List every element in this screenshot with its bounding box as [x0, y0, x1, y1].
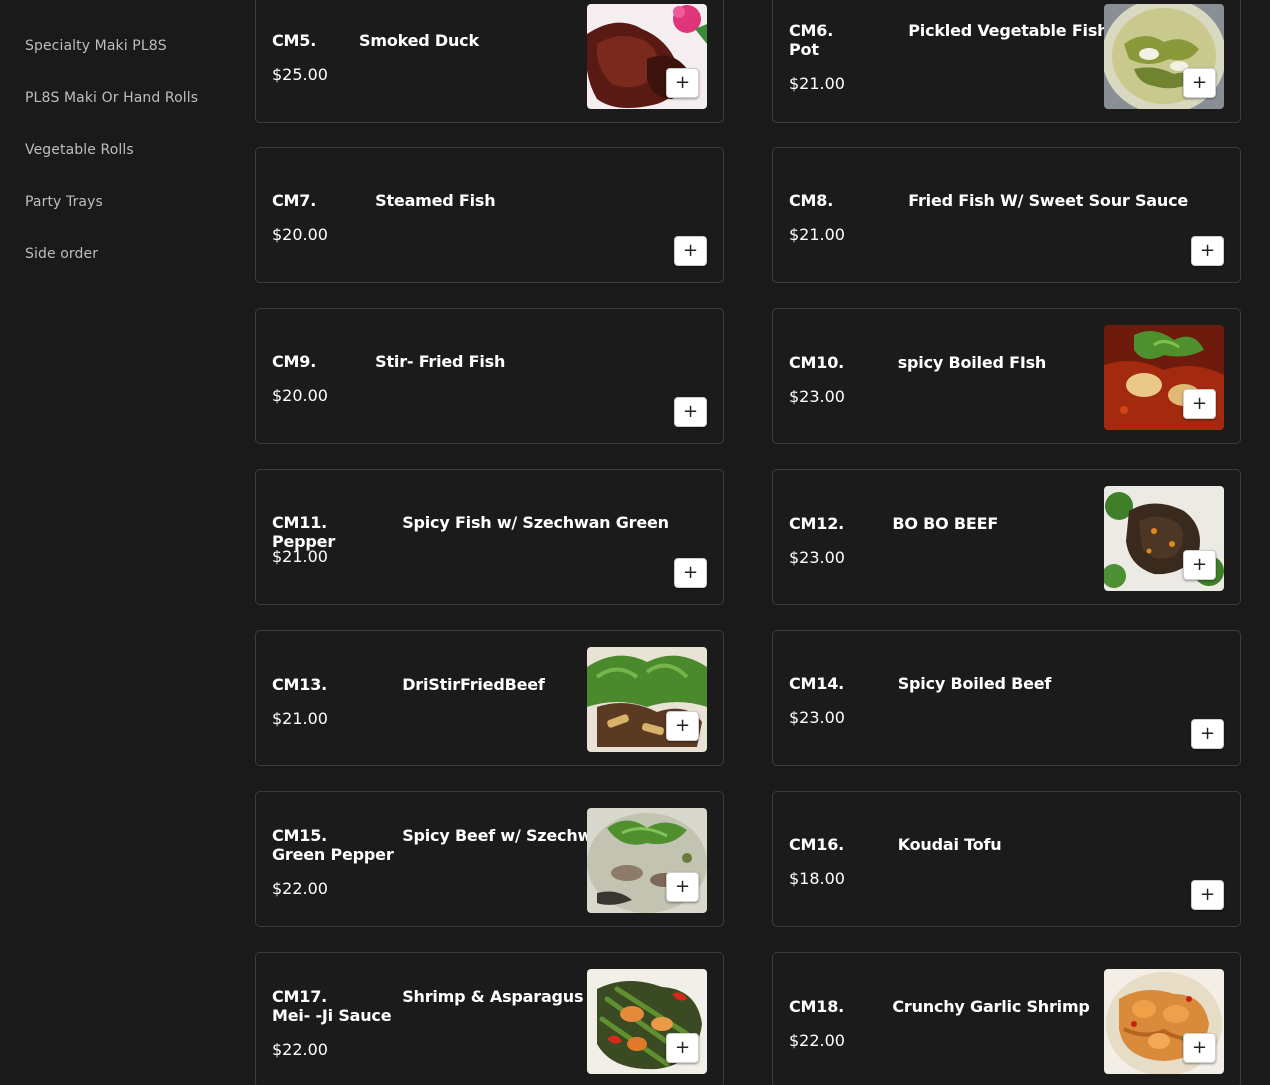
- add-to-cart-button[interactable]: +: [1191, 880, 1224, 910]
- category-sidebar: Specialty Maki PL8S PL8S Maki Or Hand Ro…: [0, 0, 240, 1085]
- add-to-cart-button[interactable]: +: [1183, 550, 1216, 580]
- menu-item-title: CM17. Shrimp & Asparagus in Mei- -Ji Sau…: [272, 987, 605, 1025]
- add-to-cart-button[interactable]: +: [1183, 68, 1216, 98]
- menu-item-title: CM13. DriStirFriedBeef: [272, 675, 545, 694]
- menu-item-title: CM12. BO BO BEEF: [789, 514, 999, 533]
- menu-item-title: CM8. Fried Fish W/ Sweet Sour Sauce: [789, 191, 1189, 210]
- menu-item-title: CM16. Koudai Tofu: [789, 835, 1002, 854]
- menu-item-price: $23.00: [789, 387, 845, 406]
- menu-item-price: $25.00: [272, 65, 328, 84]
- menu-item-title: CM9. Stir- Fried Fish: [272, 352, 506, 371]
- add-to-cart-button[interactable]: +: [666, 872, 699, 902]
- sidebar-item-maki-hand-rolls[interactable]: PL8S Maki Or Hand Rolls: [25, 90, 198, 106]
- menu-item-price: $18.00: [789, 869, 845, 888]
- menu-item-price: $22.00: [789, 1031, 845, 1050]
- menu-item-card[interactable]: CM9. Stir- Fried Fish $20.00 +: [255, 308, 724, 444]
- menu-item-title: CM6. Pickled Vegetable Fish Pot: [789, 21, 1109, 59]
- menu-item-title: CM7. Steamed Fish: [272, 191, 496, 210]
- add-to-cart-button[interactable]: +: [1183, 1033, 1216, 1063]
- add-to-cart-button[interactable]: +: [1183, 389, 1216, 419]
- menu-item-card[interactable]: CM5. Smoked Duck $25.00 +: [255, 0, 724, 123]
- menu-item-title: CM14. Spicy Boiled Beef: [789, 674, 1052, 693]
- menu-item-card[interactable]: CM12. BO BO BEEF $23.00 +: [772, 469, 1241, 605]
- sidebar-item-party-trays[interactable]: Party Trays: [25, 194, 103, 210]
- menu-item-card[interactable]: CM16. Koudai Tofu $18.00 +: [772, 791, 1241, 927]
- menu-item-card[interactable]: CM17. Shrimp & Asparagus in Mei- -Ji Sau…: [255, 952, 724, 1085]
- menu-item-card[interactable]: CM6. Pickled Vegetable Fish Pot $21.00 +: [772, 0, 1241, 123]
- add-to-cart-button[interactable]: +: [674, 236, 707, 266]
- menu-item-title: CM18. Crunchy Garlic Shrimp: [789, 997, 1090, 1016]
- add-to-cart-button[interactable]: +: [666, 1033, 699, 1063]
- menu-item-card[interactable]: CM14. Spicy Boiled Beef $23.00 +: [772, 630, 1241, 766]
- menu-item-price: $20.00: [272, 225, 328, 244]
- menu-item-card[interactable]: CM13. DriStirFriedBeef $21.00 +: [255, 630, 724, 766]
- menu-item-card[interactable]: CM10. spicy Boiled FIsh $23.00 +: [772, 308, 1241, 444]
- menu-item-card[interactable]: CM15. Spicy Beef w/ Szechwan Green Peppe…: [255, 791, 724, 927]
- sidebar-item-specialty-maki[interactable]: Specialty Maki PL8S: [25, 38, 167, 54]
- menu-item-price: $22.00: [272, 1040, 328, 1059]
- menu-item-card[interactable]: CM18. Crunchy Garlic Shrimp $22.00 +: [772, 952, 1241, 1085]
- menu-item-title: CM10. spicy Boiled FIsh: [789, 353, 1047, 372]
- menu-item-price: $21.00: [789, 74, 845, 93]
- menu-item-card[interactable]: CM11. Spicy Fish w/ Szechwan Green Peppe…: [255, 469, 724, 605]
- menu-item-price: $21.00: [789, 225, 845, 244]
- menu-item-price: $20.00: [272, 386, 328, 405]
- add-to-cart-button[interactable]: +: [674, 558, 707, 588]
- add-to-cart-button[interactable]: +: [1191, 719, 1224, 749]
- add-to-cart-button[interactable]: +: [1191, 236, 1224, 266]
- menu-item-price: $21.00: [272, 547, 328, 566]
- menu-item-price: $21.00: [272, 709, 328, 728]
- menu-item-price: $22.00: [272, 879, 328, 898]
- menu-item-price: $23.00: [789, 548, 845, 567]
- add-to-cart-button[interactable]: +: [666, 68, 699, 98]
- add-to-cart-button[interactable]: +: [666, 711, 699, 741]
- menu-item-title: CM5. Smoked Duck: [272, 31, 479, 50]
- menu-item-price: $23.00: [789, 708, 845, 727]
- menu-item-title: CM15. Spicy Beef w/ Szechwan Green Peppe…: [272, 826, 614, 864]
- menu-item-card[interactable]: CM8. Fried Fish W/ Sweet Sour Sauce $21.…: [772, 147, 1241, 283]
- add-to-cart-button[interactable]: +: [674, 397, 707, 427]
- menu-item-title: CM11. Spicy Fish w/ Szechwan Green Peppe…: [272, 513, 675, 551]
- sidebar-item-side-order[interactable]: Side order: [25, 246, 98, 262]
- sidebar-item-vegetable-rolls[interactable]: Vegetable Rolls: [25, 142, 134, 158]
- menu-item-card[interactable]: CM7. Steamed Fish $20.00 +: [255, 147, 724, 283]
